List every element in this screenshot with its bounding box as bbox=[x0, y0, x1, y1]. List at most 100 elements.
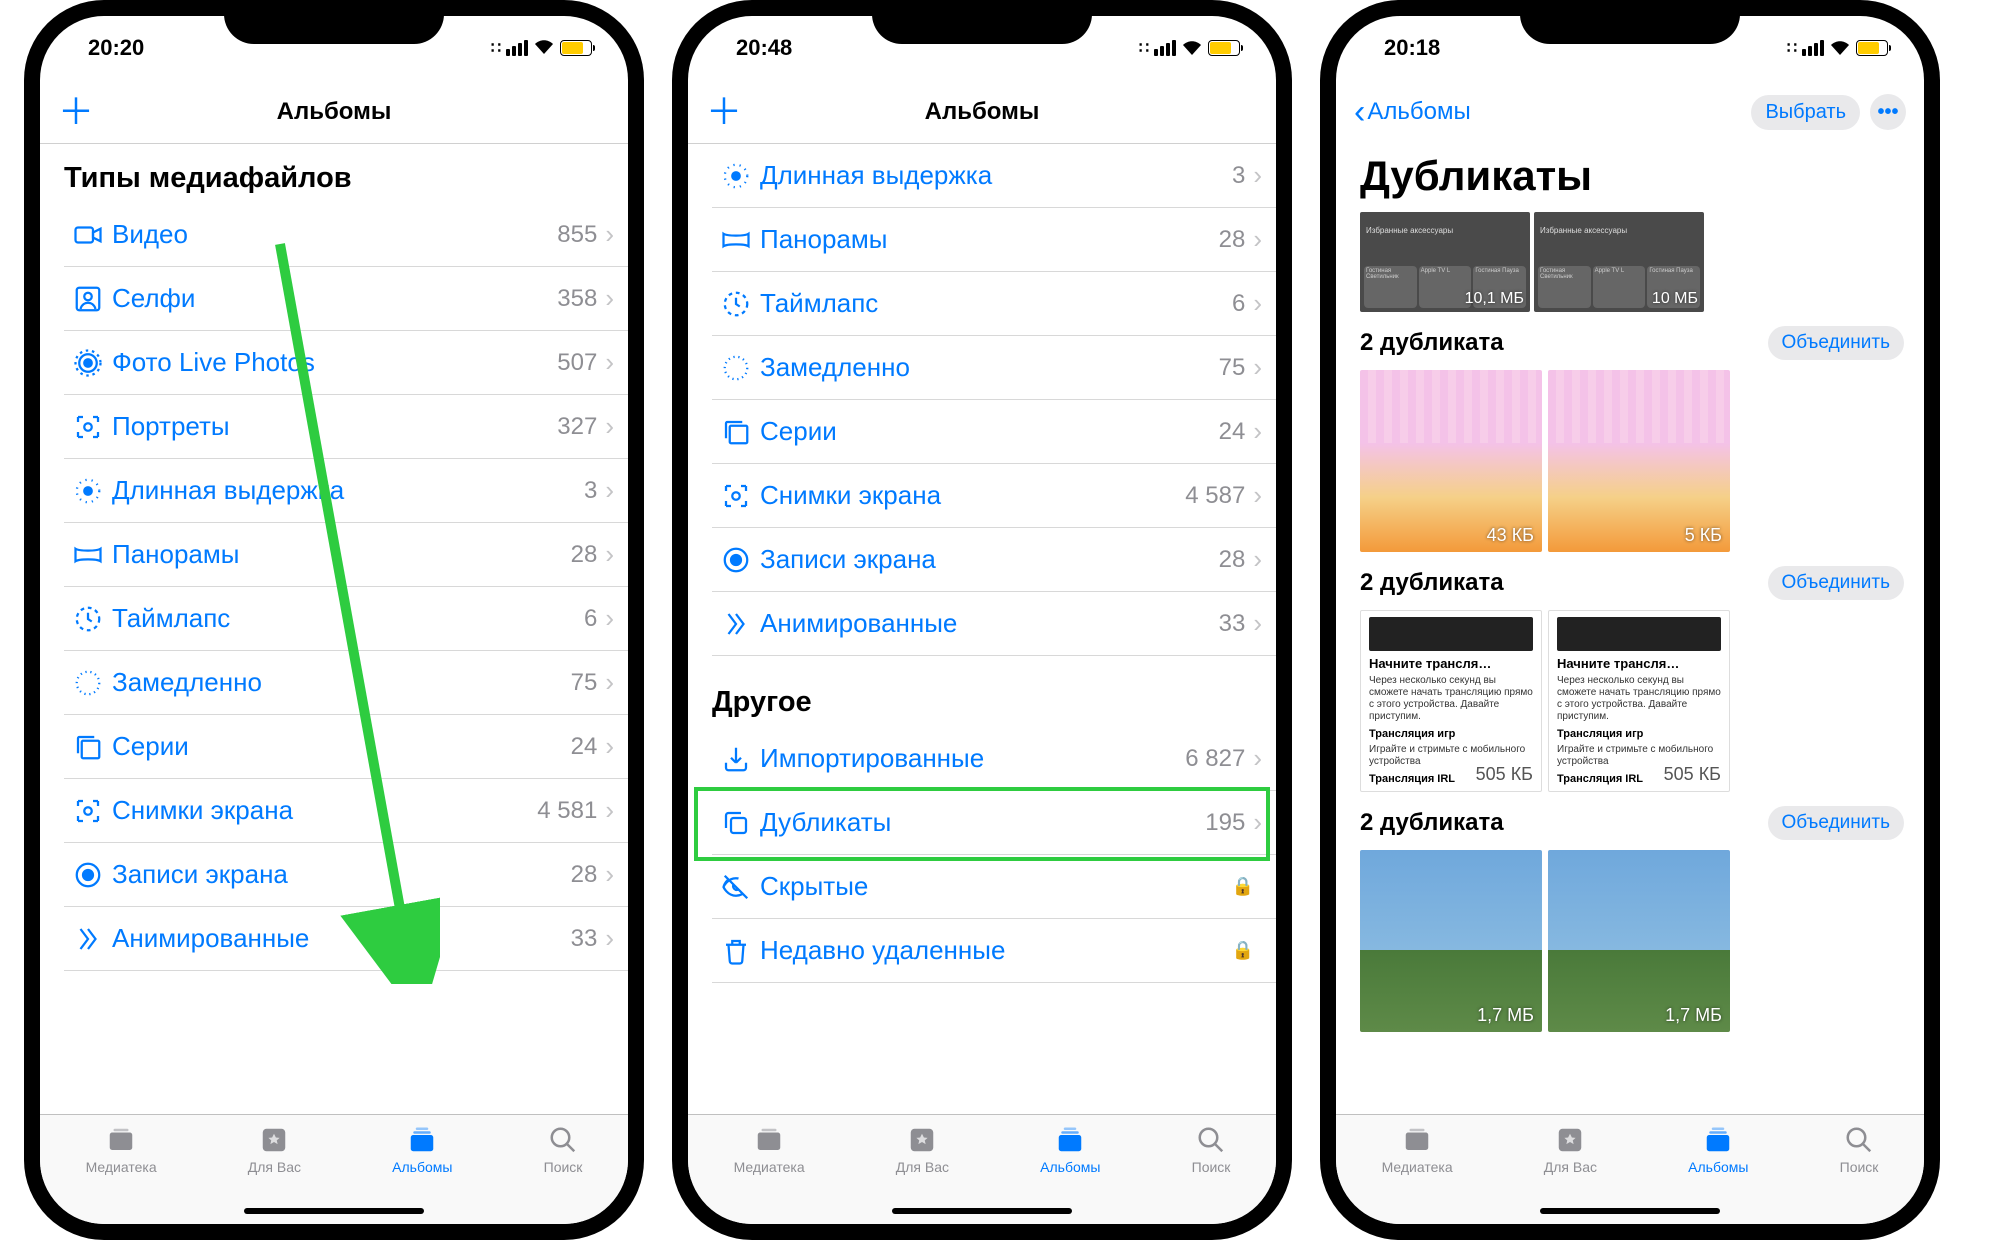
list-row-slomo[interactable]: Замедленно 75› bbox=[712, 336, 1276, 400]
list-row-portrait[interactable]: Портреты 327› bbox=[64, 395, 628, 459]
duplicate-thumb[interactable]: 43 КБ bbox=[1360, 370, 1542, 552]
merge-button[interactable]: Объединить bbox=[1768, 806, 1904, 840]
tab-label: Медиатека bbox=[734, 1159, 805, 1175]
duplicate-thumb[interactable]: 1,7 МБ bbox=[1548, 850, 1730, 1032]
foryou-icon bbox=[907, 1123, 937, 1157]
row-count: 4 587 bbox=[1185, 482, 1245, 510]
list-row-slomo[interactable]: Замедленно 75› bbox=[64, 651, 628, 715]
tab-lib[interactable]: Медиатека bbox=[86, 1123, 157, 1224]
list-row-screenrec[interactable]: Записи экрана 28› bbox=[64, 843, 628, 907]
list-row-hidden[interactable]: Скрытые 🔒 bbox=[712, 855, 1276, 919]
row-count: 75 bbox=[1219, 354, 1246, 382]
tab-label: Поиск bbox=[1192, 1159, 1231, 1175]
duplicate-thumb[interactable]: 1,7 МБ bbox=[1360, 850, 1542, 1032]
chevron-left-icon: ‹ bbox=[1354, 95, 1365, 129]
list-row-longexp[interactable]: Длинная выдержка 3› bbox=[64, 459, 628, 523]
list-row-timelapse[interactable]: Таймлапс 6› bbox=[712, 272, 1276, 336]
home-indicator[interactable] bbox=[1540, 1208, 1720, 1214]
merge-button[interactable]: Объединить bbox=[1768, 566, 1904, 600]
list-row-live[interactable]: Фото Live Photos 507› bbox=[64, 331, 628, 395]
status-time: 20:48 bbox=[736, 35, 792, 61]
chevron-right-icon: › bbox=[605, 859, 614, 890]
list-row-screenrec[interactable]: Записи экрана 28› bbox=[712, 528, 1276, 592]
add-button[interactable]: ＋ bbox=[706, 94, 742, 130]
tab-label: Медиатека bbox=[1382, 1159, 1453, 1175]
duplicate-count: 2 дубликата bbox=[1360, 809, 1504, 837]
foryou-icon bbox=[1555, 1123, 1585, 1157]
burst-icon bbox=[712, 417, 760, 447]
row-count: 28 bbox=[571, 541, 598, 569]
screenshot-icon bbox=[712, 481, 760, 511]
list-row-animated[interactable]: Анимированные 33› bbox=[712, 592, 1276, 656]
list-row-burst[interactable]: Серии 24› bbox=[712, 400, 1276, 464]
back-button[interactable]: ‹ Альбомы bbox=[1354, 95, 1471, 129]
row-count: 24 bbox=[1219, 418, 1246, 446]
tab-label: Альбомы bbox=[1040, 1159, 1100, 1175]
albums-icon bbox=[1703, 1123, 1733, 1157]
status-bar: 20:48 ∷ bbox=[688, 16, 1276, 80]
list-row-import[interactable]: Импортированные 6 827› bbox=[712, 727, 1276, 791]
live-icon bbox=[64, 348, 112, 378]
tab-lib[interactable]: Медиатека bbox=[1382, 1123, 1453, 1224]
hidden-icon bbox=[712, 872, 760, 902]
row-count: 507 bbox=[557, 349, 597, 377]
lib-icon bbox=[106, 1123, 136, 1157]
list-row-pano[interactable]: Панорамы 28› bbox=[712, 208, 1276, 272]
selfie-icon bbox=[64, 284, 112, 314]
search-icon bbox=[548, 1123, 578, 1157]
section-header-other: Другое bbox=[712, 656, 1276, 727]
list-row-pano[interactable]: Панорамы 28› bbox=[64, 523, 628, 587]
content-scroll[interactable]: Типы медиафайлов Видео 855› Селфи 358› Ф… bbox=[40, 144, 628, 1114]
row-label: Снимки экрана bbox=[760, 480, 1185, 511]
more-button[interactable]: ••• bbox=[1870, 94, 1906, 130]
timelapse-icon bbox=[64, 604, 112, 634]
duplicate-thumb[interactable]: Избранные аксессуары Гостиная Светильник… bbox=[1360, 212, 1530, 312]
list-row-animated[interactable]: Анимированные 33› bbox=[64, 907, 628, 971]
content-scroll[interactable]: Длинная выдержка 3› Панорамы 28› Таймлап… bbox=[688, 144, 1276, 1114]
add-button[interactable]: ＋ bbox=[58, 94, 94, 130]
home-indicator[interactable] bbox=[892, 1208, 1072, 1214]
nav-bar: ‹ Альбомы Выбрать ••• bbox=[1336, 80, 1924, 144]
list-row-longexp[interactable]: Длинная выдержка 3› bbox=[712, 144, 1276, 208]
list-row-screenshot[interactable]: Снимки экрана 4 587› bbox=[712, 464, 1276, 528]
tab-lib[interactable]: Медиатека bbox=[734, 1123, 805, 1224]
nav-bar: ＋ Альбомы bbox=[40, 80, 628, 144]
row-label: Таймлапс bbox=[760, 288, 1232, 319]
row-label: Анимированные bbox=[760, 608, 1219, 639]
chevron-right-icon: › bbox=[605, 731, 614, 762]
tab-label: Медиатека bbox=[86, 1159, 157, 1175]
tab-label: Поиск bbox=[544, 1159, 583, 1175]
row-label: Анимированные bbox=[112, 923, 571, 954]
duplicate-thumb[interactable]: Начните трансля…Через несколько секунд в… bbox=[1360, 610, 1542, 792]
tab-search[interactable]: Поиск bbox=[1840, 1123, 1879, 1224]
duplicate-thumb[interactable]: Избранные аксессуары Гостиная Светильник… bbox=[1534, 212, 1704, 312]
search-icon bbox=[1844, 1123, 1874, 1157]
chevron-right-icon: › bbox=[605, 219, 614, 250]
row-count: 33 bbox=[1219, 610, 1246, 638]
list-row-trash[interactable]: Недавно удаленные 🔒 bbox=[712, 919, 1276, 983]
tab-search[interactable]: Поиск bbox=[544, 1123, 583, 1224]
row-count: 3 bbox=[584, 477, 597, 505]
merge-button[interactable]: Объединить bbox=[1768, 326, 1904, 360]
longexp-icon bbox=[712, 161, 760, 191]
select-button[interactable]: Выбрать bbox=[1751, 95, 1860, 130]
row-count: 855 bbox=[557, 221, 597, 249]
file-size: 10 МБ bbox=[1652, 290, 1698, 308]
duplicate-group-header: 2 дубликата Объединить bbox=[1336, 792, 1924, 850]
content-scroll[interactable]: Дубликаты Избранные аксессуары Гостиная … bbox=[1336, 144, 1924, 1114]
list-row-timelapse[interactable]: Таймлапс 6› bbox=[64, 587, 628, 651]
list-row-video[interactable]: Видео 855› bbox=[64, 203, 628, 267]
list-row-dup[interactable]: Дубликаты 195› bbox=[712, 791, 1276, 855]
chevron-right-icon: › bbox=[1253, 807, 1262, 838]
duplicate-thumb[interactable]: 5 КБ bbox=[1548, 370, 1730, 552]
list-row-screenshot[interactable]: Снимки экрана 4 581› bbox=[64, 779, 628, 843]
row-label: Импортированные bbox=[760, 743, 1185, 774]
chevron-right-icon: › bbox=[1253, 608, 1262, 639]
lib-icon bbox=[754, 1123, 784, 1157]
list-row-selfie[interactable]: Селфи 358› bbox=[64, 267, 628, 331]
tab-search[interactable]: Поиск bbox=[1192, 1123, 1231, 1224]
list-row-burst[interactable]: Серии 24› bbox=[64, 715, 628, 779]
duplicate-thumb[interactable]: Начните трансля…Через несколько секунд в… bbox=[1548, 610, 1730, 792]
duplicate-group-header: 2 дубликата Объединить bbox=[1336, 312, 1924, 370]
home-indicator[interactable] bbox=[244, 1208, 424, 1214]
